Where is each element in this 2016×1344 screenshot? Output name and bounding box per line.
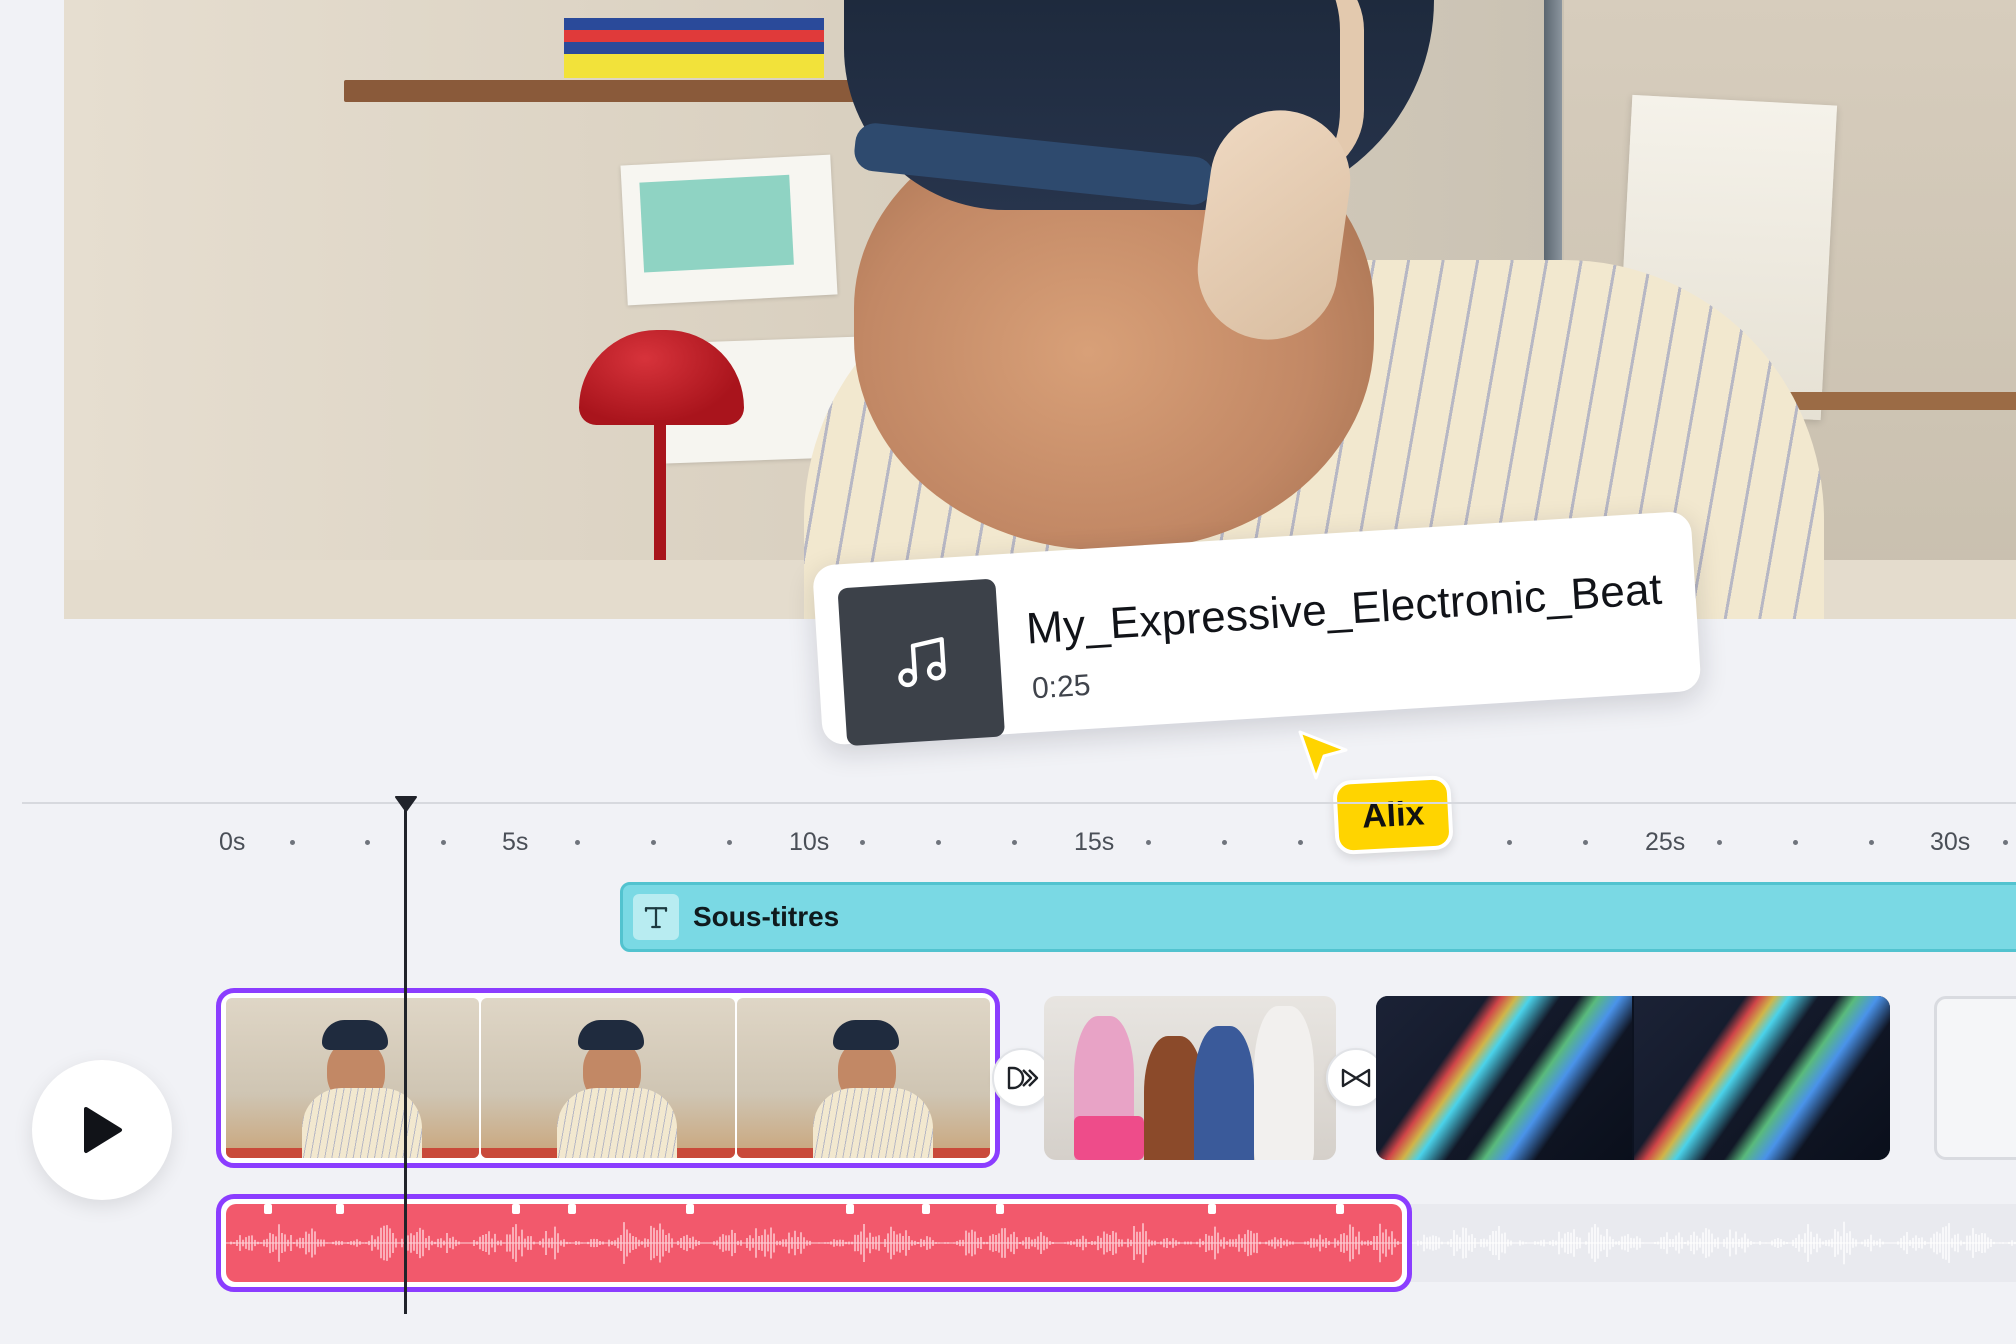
beat-marker [1336,1204,1344,1214]
beat-marker [512,1204,520,1214]
video-preview [64,0,2016,619]
clip-frame [736,998,990,1158]
audio-thumbnail [837,578,1006,747]
ruler-dot [365,840,370,845]
book-blue [564,18,824,30]
ruler-dot [290,840,295,845]
ruler-dot [2003,840,2008,845]
ruler-dot [1012,840,1017,845]
clip-frame [1634,996,1890,1160]
book-yellow-2 [564,66,824,78]
play-icon [84,1107,122,1153]
caption-track-label: Sous-titres [693,901,840,932]
collaborator-cursor-icon [1298,730,1348,780]
preview-shelf [344,80,864,102]
beat-marker [686,1204,694,1214]
ruler-label-15s: 15s [1074,828,1115,856]
play-button[interactable] [32,1060,172,1200]
ruler-dot [1146,840,1151,845]
preview-right-shelf [1764,392,2016,410]
ruler-label-5s: 5s [502,828,529,856]
ruler-label-30s: 30s [1930,828,1971,856]
audio-track-selected[interactable] [216,1194,1412,1292]
ruler-label-10s: 10s [789,828,830,856]
ruler-dot [860,840,865,845]
music-note-icon [898,637,946,688]
beat-marker [568,1204,576,1214]
ruler-dot [936,840,941,845]
clip-frame [226,998,480,1158]
beat-marker [996,1204,1004,1214]
ruler-dot [1298,840,1303,845]
ruler-dot [1583,840,1588,845]
video-clip-next[interactable] [1934,996,2016,1160]
ruler-dot [441,840,446,845]
preview-wall-card [620,154,838,306]
waveform [226,1204,1402,1264]
ruler-label-25s: 25s [1645,828,1686,856]
audio-track-unselected[interactable] [1410,1204,2016,1282]
party-figure [1074,1116,1144,1160]
clip-frame [481,998,735,1158]
playhead[interactable] [404,808,407,1314]
ruler-dot [1793,840,1798,845]
audio-title: My_Expressive_Electronic_Beat [1024,564,1664,654]
clip-frame [1376,996,1632,1160]
beat-marker [264,1204,272,1214]
ruler-label-0s: 0s [219,828,246,856]
ruler-dot [1222,840,1227,845]
beat-marker [1208,1204,1216,1214]
playhead-handle-icon[interactable] [394,795,418,813]
timeline-ruler[interactable] [22,802,2016,804]
beat-marker [846,1204,854,1214]
book-blue-2 [564,42,824,54]
ruler-dot [575,840,580,845]
text-icon [633,894,679,940]
dissolve-transition-icon [1007,1066,1039,1090]
party-figure [1194,1026,1254,1160]
audio-track-fill [226,1204,1402,1282]
ruler-dot [651,840,656,845]
video-clip-selected[interactable] [216,988,1000,1168]
ruler-dot [727,840,732,845]
party-figure [1254,1006,1314,1160]
caption-track[interactable]: Sous-titres [620,882,2016,952]
beat-marker [336,1204,344,1214]
ruler-dot [1507,840,1512,845]
transition-button-1[interactable] [992,1048,1052,1108]
video-clip-party[interactable] [1044,996,1336,1160]
video-clip-prism[interactable] [1376,996,1890,1160]
ruler-dot [1869,840,1874,845]
waveform-muted [1410,1221,2016,1265]
bowtie-transition-icon [1341,1068,1371,1088]
book-red [564,30,824,42]
book-yellow [564,54,824,66]
audio-duration: 0:25 [1031,668,1092,706]
preview-lamp-stem [654,420,666,580]
ruler-dot [1717,840,1722,845]
collaborator-name-tag: Alix [1332,774,1455,856]
beat-marker [922,1204,930,1214]
